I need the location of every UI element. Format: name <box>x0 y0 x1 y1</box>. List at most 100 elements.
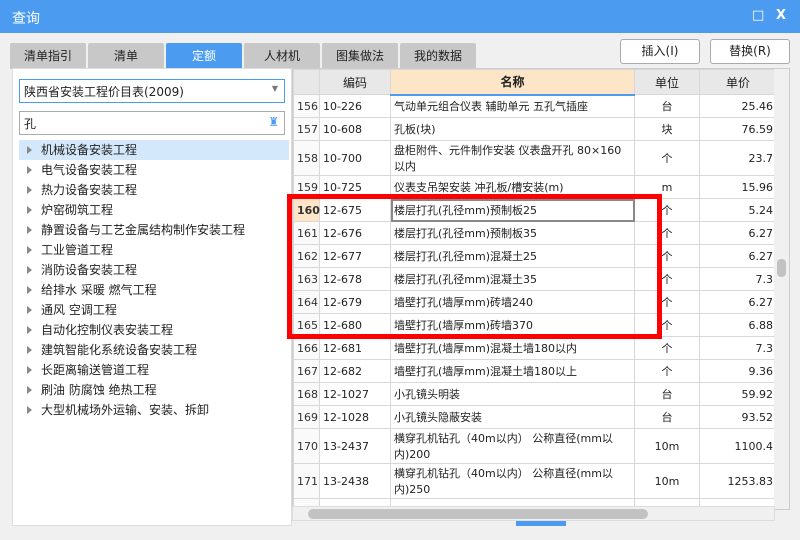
name-cell: 楼层打孔(孔径mm)预制板25 <box>390 198 635 222</box>
unit-cell: 个 <box>634 244 700 268</box>
table-row[interactable]: 157 10-608 孔板(块) 块 76.59 <box>293 117 777 141</box>
table-row[interactable]: 171 13-2438 横穿孔机钻孔（40m以内） 公称直径(mm以内)250 10m… <box>293 463 777 499</box>
name-cell: 楼层打孔(孔径mm)预制板35 <box>390 221 635 245</box>
unit-cell: 10m <box>634 463 700 499</box>
vertical-scrollbar[interactable] <box>774 69 789 509</box>
table-row[interactable]: 161 12-676 楼层打孔(孔径mm)预制板35 个 6.27 <box>293 221 777 245</box>
title-bar: 查询 <box>0 0 800 33</box>
tree-item[interactable]: 通风 空调工程 <box>19 300 289 320</box>
table-row[interactable]: 163 12-678 楼层打孔(孔径mm)混凝土35 个 7.3 <box>293 267 777 291</box>
table-row[interactable]: 162 12-677 楼层打孔(孔径mm)混凝土25 个 6.27 <box>293 244 777 268</box>
table-row[interactable]: 156 10-226 气动单元组合仪表 辅助单元 五孔气插座台 25.46 <box>293 94 777 118</box>
row-number: 161 <box>293 221 320 245</box>
price-cell: 59.92 <box>699 382 777 406</box>
tree-item[interactable]: 给排水 采暖 燃气工程 <box>19 280 289 300</box>
collapse-handle[interactable] <box>516 521 566 526</box>
tree-item[interactable]: 消防设备安装工程 <box>19 260 289 280</box>
tree-item[interactable]: 炉窑砌筑工程 <box>19 200 289 220</box>
unit-cell: 个 <box>634 290 700 314</box>
maximize-icon[interactable]: □ <box>752 8 764 23</box>
price-cell: 7.3 <box>699 336 777 360</box>
price-cell: 6.88 <box>699 313 777 337</box>
header-price[interactable]: 单价 <box>699 69 777 95</box>
tree-item[interactable]: 刷油 防腐蚀 绝热工程 <box>19 380 289 400</box>
table-row[interactable]: 159 10-725 仪表支吊架安装 冲孔板/槽安装(m) m 15.96 <box>293 175 777 199</box>
row-number: 166 <box>293 336 320 360</box>
header-name[interactable]: 名称 <box>390 69 635 96</box>
tree-item[interactable]: 机械设备安装工程 <box>19 140 289 160</box>
table-row[interactable]: 168 12-1027 小孔镜头明装台 59.92 <box>293 382 777 406</box>
code-cell: 13-2437 <box>319 428 391 464</box>
row-number: 164 <box>293 290 320 314</box>
table-row[interactable]: 165 12-680 墙壁打孔(墙厚mm)砖墙370 个 6.88 <box>293 313 777 337</box>
unit-cell: 台 <box>634 382 700 406</box>
code-cell: 12-676 <box>319 221 391 245</box>
search-input[interactable]: 孔 ♜ <box>19 111 285 135</box>
unit-cell: 台 <box>634 94 700 118</box>
name-cell: 墙壁打孔(墙厚mm)混凝土墙180以内 <box>390 336 635 360</box>
tree-item[interactable]: 建筑智能化系统设备安装工程 <box>19 340 289 360</box>
vertical-scroll-thumb[interactable] <box>777 259 786 277</box>
horizontal-scroll-thumb[interactable] <box>308 509 648 519</box>
unit-cell: 10m <box>634 428 700 464</box>
unit-cell: 个 <box>634 267 700 291</box>
table-row[interactable]: 167 12-682 墙壁打孔(墙厚mm)混凝土墙180以上个 9.36 <box>293 359 777 383</box>
replace-button[interactable]: 替换(R) <box>710 39 790 64</box>
name-cell: 气动单元组合仪表 辅助单元 五孔气插座 <box>390 94 635 118</box>
name-cell: 墙壁打孔(墙厚mm)砖墙370 <box>390 313 635 337</box>
close-icon[interactable]: X <box>776 8 786 23</box>
tree-item[interactable]: 静置设备与工艺金属结构制作安装工程 <box>19 220 289 240</box>
tab-my-data[interactable]: 我的数据 <box>400 43 476 69</box>
name-cell: 墙壁打孔(墙厚mm)混凝土墙180以上 <box>390 359 635 383</box>
library-select[interactable]: 陕西省安装工程价目表(2009) ▼ <box>19 79 285 103</box>
row-number: 168 <box>293 382 320 406</box>
name-cell: 楼层打孔(孔径mm)混凝土25 <box>390 244 635 268</box>
row-number: 162 <box>293 244 320 268</box>
tab-list-guide[interactable]: 清单指引 <box>10 43 86 69</box>
tree-item[interactable]: 电气设备安装工程 <box>19 160 289 180</box>
table-row[interactable]: 170 13-2437 横穿孔机钻孔（40m以内） 公称直径(mm以内)200 10m… <box>293 428 777 464</box>
code-cell: 10-608 <box>319 117 391 141</box>
table-row[interactable]: 158 10-700 盘柜附件、元件制作安装 仪表盘开孔 80×160以内个 23.7 <box>293 140 777 176</box>
insert-button[interactable]: 插入(I) <box>620 39 700 64</box>
left-panel: 陕西省安装工程价目表(2009) ▼ 孔 ♜ 机械设备安装工程 电气设备安装工程 热力设… <box>12 68 292 526</box>
table-row[interactable]: 160 12-675 楼层打孔(孔径mm)预制板25 个 5.24 <box>293 198 777 222</box>
unit-cell: 个 <box>634 313 700 337</box>
code-cell: 12-1028 <box>319 405 391 429</box>
tree-item[interactable]: 大型机械场外运输、安装、拆卸 <box>19 400 289 420</box>
code-cell: 12-682 <box>319 359 391 383</box>
search-value: 孔 <box>24 117 37 131</box>
table-row[interactable]: 166 12-681 墙壁打孔(墙厚mm)混凝土墙180以内个 7.3 <box>293 336 777 360</box>
horizontal-scrollbar[interactable] <box>292 506 775 521</box>
clear-brush-icon[interactable]: ♜ <box>268 115 279 129</box>
quota-grid: 编码 名称 单位 单价 156 10-226 气动单元组合仪表 辅助单元 五孔气插座… <box>292 68 790 510</box>
tab-atlas[interactable]: 图集做法 <box>322 43 398 69</box>
unit-cell: 个 <box>634 198 700 222</box>
table-row[interactable]: 169 12-1028 小孔镜头隐蔽安装台 93.52 <box>293 405 777 429</box>
unit-cell: 台 <box>634 405 700 429</box>
unit-cell: 个 <box>634 336 700 360</box>
tab-materials[interactable]: 人材机 <box>244 43 320 69</box>
name-cell: 盘柜附件、元件制作安装 仪表盘开孔 80×160以内 <box>390 140 635 176</box>
header-rownum <box>293 69 320 95</box>
tree-item[interactable]: 热力设备安装工程 <box>19 180 289 200</box>
tab-quota[interactable]: 定额 <box>166 43 242 69</box>
category-tree: 机械设备安装工程 电气设备安装工程 热力设备安装工程 炉窑砌筑工程 静置设备与工艺金属结… <box>19 140 289 420</box>
code-cell: 10-700 <box>319 140 391 176</box>
price-cell: 25.46 <box>699 94 777 118</box>
header-code[interactable]: 编码 <box>319 69 391 95</box>
price-cell: 9.36 <box>699 359 777 383</box>
name-cell: 横穿孔机钻孔（40m以内） 公称直径(mm以内)200 <box>390 428 635 464</box>
row-number: 167 <box>293 359 320 383</box>
table-row[interactable]: 164 12-679 墙壁打孔(墙厚mm)砖墙240 个 6.27 <box>293 290 777 314</box>
code-cell: 12-681 <box>319 336 391 360</box>
tab-list[interactable]: 清单 <box>88 43 164 69</box>
tree-item[interactable]: 长距离输送管道工程 <box>19 360 289 380</box>
code-cell: 13-2438 <box>319 463 391 499</box>
header-unit[interactable]: 单位 <box>634 69 700 95</box>
tree-item[interactable]: 工业管道工程 <box>19 240 289 260</box>
tab-bar: 清单指引 清单 定额 人材机 图集做法 我的数据 <box>10 43 476 69</box>
tree-item[interactable]: 自动化控制仪表安装工程 <box>19 320 289 340</box>
code-cell: 12-675 <box>319 198 391 222</box>
price-cell: 1253.83 <box>699 463 777 499</box>
